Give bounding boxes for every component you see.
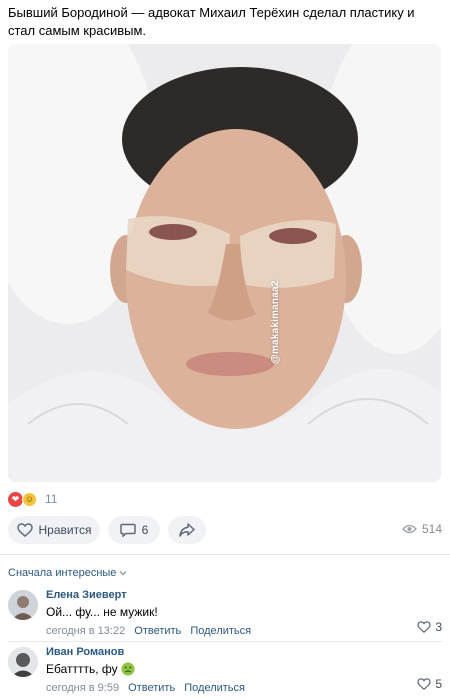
comment-divider (8, 641, 442, 642)
reply-link[interactable]: Ответить (128, 682, 175, 694)
comment-icon (119, 523, 136, 537)
avatar[interactable] (8, 590, 38, 620)
heart-outline-icon (16, 523, 33, 537)
heart-outline-icon (417, 621, 431, 633)
comment-like-button[interactable]: 3 (417, 620, 442, 634)
comment-meta: сегодня в 9:59 Ответить Поделиться (46, 681, 442, 695)
comments-sort-dropdown[interactable]: Сначала интересные (8, 567, 127, 579)
eye-icon (402, 524, 417, 534)
laugh-icon: ☺ (22, 491, 37, 507)
chevron-down-icon (119, 571, 127, 576)
post-actions: Нравится 6 514 (8, 516, 442, 544)
comment-time[interactable]: сегодня в 13:22 (46, 625, 125, 637)
heart-outline-icon (417, 678, 431, 690)
like-label: Нравится (38, 523, 92, 537)
post-divider (0, 554, 450, 555)
avatar[interactable] (8, 647, 38, 677)
comment-like-count: 5 (435, 677, 442, 691)
face-photo-image (8, 44, 441, 482)
like-button[interactable]: Нравится (8, 516, 100, 544)
views-count: 514 (421, 522, 442, 536)
post-photo[interactable]: @makakimanaa2 (8, 44, 441, 482)
comment-like-button[interactable]: 5 (417, 677, 442, 691)
comment-text: Ой... фу... не мужик! (46, 605, 158, 619)
comments-sort-label: Сначала интересные (8, 567, 117, 579)
share-link[interactable]: Поделиться (184, 682, 245, 694)
post-text: Бывший Бородиной — адвокат Михаил Терёхи… (8, 5, 415, 38)
comment-author[interactable]: Иван Романов (46, 645, 442, 659)
photo-watermark: @makakimanaa2 (270, 280, 281, 364)
comment-like-count: 3 (435, 620, 442, 634)
share-button[interactable] (168, 516, 206, 544)
nauseated-face-icon (121, 662, 135, 676)
reactions-summary[interactable]: ❤ ☺ 11 (8, 491, 57, 507)
comment-time[interactable]: сегодня в 9:59 (46, 682, 119, 694)
comment-text: Ебатттть, фу (46, 661, 442, 677)
share-link[interactable]: Поделиться (190, 625, 251, 637)
comment-button[interactable]: 6 (108, 516, 160, 544)
comment-meta: сегодня в 13:22 Ответить Поделиться (46, 624, 442, 638)
avatar-image (8, 647, 38, 677)
share-icon (179, 523, 195, 537)
heart-icon: ❤ (8, 491, 23, 507)
reactions-count: 11 (45, 492, 58, 506)
comment-author[interactable]: Елена Зиеверт (46, 588, 442, 602)
comment-item: Иван Романов Ебатттть, фу сегодня в 9:59… (8, 645, 442, 695)
comment-item: Елена Зиеверт Ой... фу... не мужик! сего… (8, 588, 442, 638)
avatar-image (8, 590, 38, 620)
views-counter: 514 (402, 522, 442, 536)
comment-count: 6 (141, 523, 149, 537)
reply-link[interactable]: Ответить (134, 625, 181, 637)
